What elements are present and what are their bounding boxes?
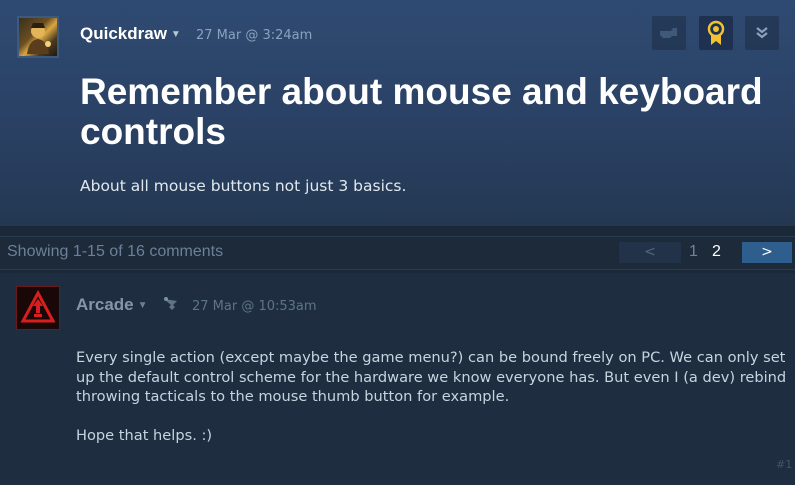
- comment-timestamp: 27 Mar @ 10:53am: [192, 299, 317, 314]
- author-dropdown-icon: ▼: [170, 29, 181, 40]
- more-options-button[interactable]: [745, 16, 779, 50]
- topic-title: Remember about mouse and keyboard contro…: [80, 71, 763, 152]
- comment-avatar-image: [20, 289, 56, 323]
- comment-author-label: Arcade: [76, 295, 134, 314]
- comment-avatar[interactable]: [16, 286, 60, 330]
- op-author-label: Quickdraw: [80, 24, 167, 43]
- more-options-icon: [756, 27, 768, 39]
- page-link-1[interactable]: 1: [689, 243, 698, 261]
- developer-badge-icon: [164, 297, 177, 310]
- comment-index[interactable]: #1: [776, 458, 792, 471]
- op-author-name[interactable]: Quickdraw ▼: [80, 24, 181, 44]
- pagination-bar: Showing 1-15 of 16 comments < 1 2 >: [0, 236, 795, 270]
- topic-subtitle: About all mouse buttons not just 3 basic…: [80, 177, 407, 195]
- comment-paragraph: Hope that helps. :): [76, 426, 213, 444]
- award-icon: [707, 20, 725, 45]
- op-avatar[interactable]: [17, 16, 59, 58]
- comment-count-summary: Showing 1-15 of 16 comments: [7, 243, 224, 260]
- prev-page-button[interactable]: <: [619, 242, 681, 263]
- comment-paragraph: Every single action (except maybe the ga…: [76, 349, 787, 405]
- page-link-2-current[interactable]: 2: [712, 243, 721, 261]
- comment-author-name[interactable]: Arcade ▼: [76, 295, 148, 315]
- next-page-button[interactable]: >: [742, 242, 792, 263]
- op-timestamp: 27 Mar @ 3:24am: [196, 28, 313, 43]
- topic-header: Quickdraw ▼ 27 Mar @ 3:24am Remember abou…: [0, 0, 795, 227]
- comment-body: Every single action (except maybe the ga…: [76, 348, 792, 445]
- rate-up-button[interactable]: [652, 16, 686, 50]
- op-avatar-image: [27, 23, 51, 54]
- award-button[interactable]: [699, 16, 733, 50]
- author-dropdown-icon: ▼: [137, 300, 148, 311]
- rate-up-icon: [660, 28, 677, 38]
- comment-item: Arcade ▼ 27 Mar @ 10:53am Every single ac…: [0, 273, 795, 485]
